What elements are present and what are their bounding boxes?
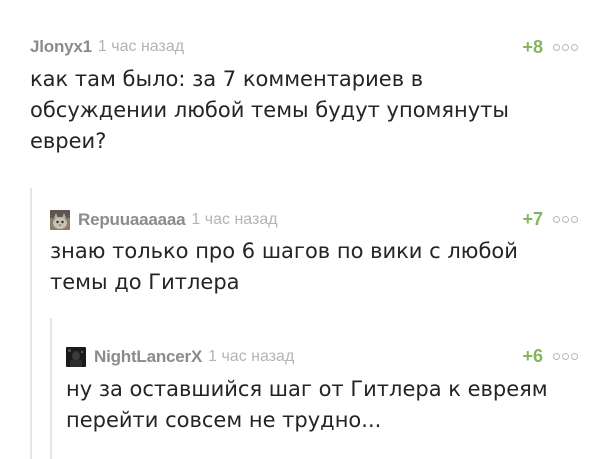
comment-header: Jlonyx1 1 час назад — [30, 36, 184, 58]
comment-branch-line[interactable] — [30, 188, 32, 459]
comment-rating: +7 — [522, 208, 578, 230]
comment-time[interactable]: 1 час назад — [208, 348, 294, 366]
comment-score: +6 — [522, 345, 543, 366]
comment-score: +8 — [522, 36, 543, 57]
comment-time[interactable]: 1 час назад — [191, 211, 277, 229]
comment-header: NightLancerX 1 час назад — [66, 346, 294, 368]
comment-text: ну за оставшийся шаг от Гитлера к евреям… — [66, 377, 548, 432]
more-options-icon[interactable] — [553, 215, 578, 223]
comment-author[interactable]: Repuuaaaaaa — [78, 210, 186, 230]
comment-rating: +8 — [522, 36, 578, 58]
avatar[interactable] — [66, 347, 86, 367]
comment-time[interactable]: 1 час назад — [98, 38, 184, 56]
comment-header: Repuuaaaaaa 1 час назад — [50, 209, 278, 231]
comment-branch-line[interactable] — [50, 318, 52, 459]
avatar[interactable] — [50, 210, 70, 230]
dark-figure-avatar-icon — [66, 347, 86, 367]
comment-rating: +6 — [522, 345, 578, 367]
comment-score: +7 — [522, 208, 543, 229]
more-options-icon[interactable] — [553, 43, 578, 51]
comment-text: как там было: за 7 комментариев в обсужд… — [30, 67, 509, 153]
more-options-icon[interactable] — [553, 352, 578, 360]
comment-text: знаю только про 6 шагов по вики с любой … — [50, 239, 518, 294]
comment-author[interactable]: NightLancerX — [94, 347, 202, 367]
cat-avatar-icon — [50, 210, 70, 230]
comment-author[interactable]: Jlonyx1 — [30, 37, 92, 57]
